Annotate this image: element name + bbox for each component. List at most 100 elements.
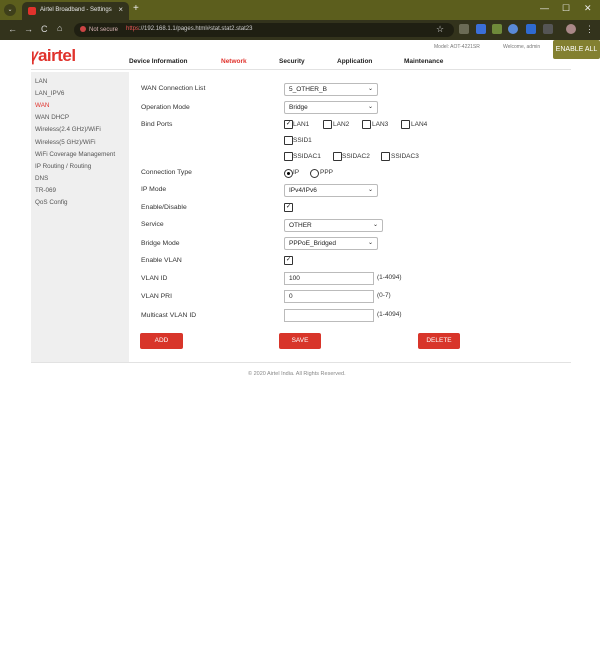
enable-vlan-label: Enable VLAN bbox=[141, 257, 182, 264]
bookmark-star-icon[interactable]: ☆ bbox=[436, 24, 444, 35]
service-label: Service bbox=[141, 221, 164, 228]
multicast-vlan-id-input[interactable] bbox=[284, 309, 374, 322]
sidebar-item-wireless-5[interactable]: Wireless(5 GHz)/WiFi bbox=[35, 139, 96, 146]
bridge-mode-select[interactable]: PPPoE_Bridged ⌄ bbox=[284, 237, 378, 250]
nav-network[interactable]: Network bbox=[221, 58, 247, 65]
ssidac1-label: SSIDAC1 bbox=[293, 153, 321, 160]
header-divider bbox=[31, 69, 571, 70]
chevron-down-icon: ⌄ bbox=[367, 104, 373, 110]
lan4-checkbox[interactable] bbox=[401, 120, 410, 129]
copyright-footer: © 2020 Airtel India. All Rights Reserved… bbox=[248, 371, 346, 377]
home-icon[interactable]: ⌂ bbox=[57, 23, 62, 33]
sidebar-item-lan[interactable]: LAN bbox=[35, 78, 47, 85]
operation-mode-select[interactable]: Bridge ⌄ bbox=[284, 101, 378, 114]
chevron-down-icon: ⌄ bbox=[367, 240, 373, 246]
extension-icon[interactable] bbox=[476, 24, 486, 34]
airtel-logo-icon: Ꝩ bbox=[31, 49, 38, 64]
connection-type-label: Connection Type bbox=[141, 169, 192, 176]
sidebar-item-wireless-24[interactable]: Wireless(2.4 GHz)/WiFi bbox=[35, 126, 101, 133]
bridge-mode-label: Bridge Mode bbox=[141, 240, 180, 247]
enable-disable-checkbox[interactable]: ✓ bbox=[284, 203, 293, 212]
extension-icon[interactable] bbox=[526, 24, 536, 34]
enable-disable-label: Enable/Disable bbox=[141, 204, 187, 211]
multicast-vlan-id-label: Multicast VLAN ID bbox=[141, 312, 197, 319]
logo-text: airtel bbox=[37, 46, 76, 65]
ssidac2-label: SSIDAC2 bbox=[342, 153, 370, 160]
bridge-mode-value: PPPoE_Bridged bbox=[289, 240, 336, 247]
save-button[interactable]: SAVE bbox=[279, 333, 321, 349]
ip-mode-label: IP Mode bbox=[141, 186, 167, 193]
tab-search-button[interactable]: ⌄ bbox=[4, 4, 16, 16]
bind-ports-label: Bind Ports bbox=[141, 121, 173, 128]
extensions-puzzle-icon[interactable] bbox=[543, 24, 553, 34]
sidebar-item-qos-config[interactable]: QoS Config bbox=[35, 199, 68, 206]
sidebar-item-dns[interactable]: DNS bbox=[35, 175, 48, 182]
enable-all-button[interactable]: ENABLE ALL bbox=[553, 40, 600, 59]
ssid1-checkbox[interactable] bbox=[284, 136, 293, 145]
tab-close-icon[interactable]: × bbox=[118, 5, 123, 14]
browser-tab[interactable]: Airtel Broadband - Settings × bbox=[22, 2, 129, 20]
nav-device-information[interactable]: Device Information bbox=[129, 58, 188, 65]
lan2-label: LAN2 bbox=[333, 121, 350, 128]
minimize-icon[interactable]: — bbox=[540, 3, 549, 13]
tab-title: Airtel Broadband - Settings bbox=[40, 7, 112, 13]
ip-radio-label: IP bbox=[293, 169, 300, 176]
vlan-id-range: (1-4094) bbox=[377, 274, 402, 281]
nav-application[interactable]: Application bbox=[337, 58, 372, 65]
ssid1-label: SSID1 bbox=[293, 137, 312, 144]
sidebar-item-wifi-coverage[interactable]: WiFi Coverage Management bbox=[35, 151, 115, 158]
sidebar-item-ip-routing[interactable]: IP Routing / Routing bbox=[35, 163, 91, 170]
nav-maintenance[interactable]: Maintenance bbox=[404, 58, 443, 65]
enable-vlan-checkbox[interactable]: ✓ bbox=[284, 256, 293, 265]
lan1-checkbox[interactable]: ✓ bbox=[284, 120, 293, 129]
new-tab-button[interactable]: + bbox=[133, 3, 139, 14]
lan4-label: LAN4 bbox=[411, 121, 428, 128]
ssidac3-checkbox[interactable] bbox=[381, 152, 390, 161]
vlan-id-input[interactable]: 100 bbox=[284, 272, 374, 285]
ppp-radio[interactable] bbox=[310, 169, 319, 178]
profile-avatar[interactable] bbox=[566, 24, 576, 34]
wan-connection-list-value: 5_OTHER_B bbox=[289, 86, 327, 93]
url-text[interactable]: https://192.168.1.1/pages.html#stat.stat… bbox=[126, 26, 252, 32]
sidebar-item-tr069[interactable]: TR-069 bbox=[35, 187, 56, 194]
security-indicator[interactable]: Not secure bbox=[80, 26, 118, 33]
wan-connection-list-select[interactable]: 5_OTHER_B ⌄ bbox=[284, 83, 378, 96]
browser-menu-icon[interactable]: ⋮ bbox=[585, 24, 594, 35]
extension-icon[interactable] bbox=[492, 24, 502, 34]
close-window-icon[interactable]: ✕ bbox=[584, 3, 592, 14]
ppp-radio-label: PPP bbox=[320, 169, 334, 176]
lan2-checkbox[interactable] bbox=[323, 120, 332, 129]
operation-mode-label: Operation Mode bbox=[141, 104, 190, 111]
lan3-label: LAN3 bbox=[372, 121, 389, 128]
vlan-pri-label: VLAN PRI bbox=[141, 293, 172, 300]
service-select[interactable]: OTHER ⌄ bbox=[284, 219, 383, 232]
ssidac3-label: SSIDAC3 bbox=[391, 153, 419, 160]
ssidac1-checkbox[interactable] bbox=[284, 152, 293, 161]
url-path: ://192.168.1.1/pages.html#stat.stat2.sta… bbox=[139, 26, 253, 32]
multicast-vlan-id-range: (1-4094) bbox=[377, 311, 402, 318]
airtel-favicon-icon bbox=[28, 7, 36, 15]
operation-mode-value: Bridge bbox=[289, 104, 308, 111]
chevron-down-icon: ⌄ bbox=[367, 86, 373, 92]
extension-icon[interactable] bbox=[459, 24, 469, 34]
lan3-checkbox[interactable] bbox=[362, 120, 371, 129]
model-label: Model: AOT-4221SR bbox=[434, 44, 480, 50]
back-icon[interactable]: ← bbox=[8, 24, 17, 34]
forward-icon[interactable]: → bbox=[24, 24, 33, 34]
sidebar-item-lan-ipv6[interactable]: LAN_IPV6 bbox=[35, 90, 64, 97]
ssidac2-checkbox[interactable] bbox=[333, 152, 342, 161]
maximize-icon[interactable]: ☐ bbox=[562, 3, 570, 14]
delete-button[interactable]: DELETE bbox=[418, 333, 460, 349]
nav-security[interactable]: Security bbox=[279, 58, 305, 65]
sidebar-item-wan-dhcp[interactable]: WAN DHCP bbox=[35, 114, 69, 121]
extension-icon[interactable] bbox=[508, 24, 518, 34]
ip-mode-select[interactable]: IPv4/IPv6 ⌄ bbox=[284, 184, 378, 197]
reload-icon[interactable]: C bbox=[41, 24, 48, 34]
add-button[interactable]: ADD bbox=[140, 333, 183, 349]
ip-radio[interactable] bbox=[284, 169, 293, 178]
vlan-pri-input[interactable]: 0 bbox=[284, 290, 374, 303]
vlan-id-value: 100 bbox=[289, 275, 300, 282]
chevron-down-icon: ⌄ bbox=[372, 222, 378, 228]
sidebar-item-wan[interactable]: WAN bbox=[35, 102, 49, 109]
airtel-logo: Ꝩairtel bbox=[31, 46, 76, 66]
